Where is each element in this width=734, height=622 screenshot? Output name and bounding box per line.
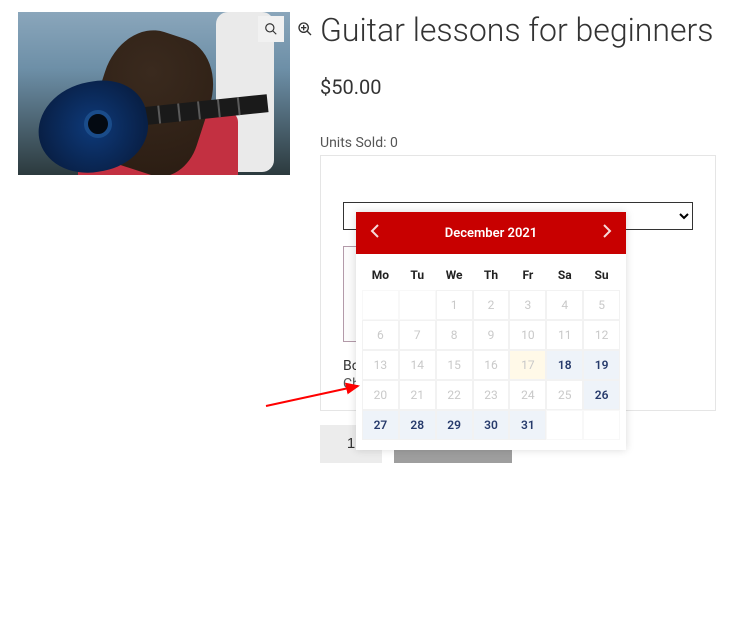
calendar-day: 9 <box>473 320 510 350</box>
calendar-prev-icon[interactable] <box>366 220 384 246</box>
calendar-day: 14 <box>399 350 436 380</box>
calendar-weekday: Su <box>583 260 620 290</box>
calendar-day: 4 <box>546 290 583 320</box>
calendar-day[interactable]: 18 <box>546 350 583 380</box>
product-price: $50.00 <box>320 75 716 99</box>
calendar-day: 25 <box>546 380 583 410</box>
calendar-weekday: Fr <box>509 260 546 290</box>
calendar-day[interactable]: 28 <box>399 410 436 440</box>
calendar-day: 16 <box>473 350 510 380</box>
calendar-day: 11 <box>546 320 583 350</box>
calendar-popup: December 2021 MoTuWeThFrSaSu 12345678910… <box>356 212 626 450</box>
zoom-icon[interactable] <box>258 16 284 42</box>
calendar-day: 24 <box>509 380 546 410</box>
calendar-day[interactable]: 30 <box>473 410 510 440</box>
calendar-day: 1 <box>436 290 473 320</box>
calendar-day <box>362 290 399 320</box>
magnify-icon[interactable] <box>294 18 316 40</box>
calendar-day: 7 <box>399 320 436 350</box>
calendar-weekday: Tu <box>399 260 436 290</box>
calendar-weekday: Th <box>473 260 510 290</box>
calendar-day: 10 <box>509 320 546 350</box>
calendar-day: 2 <box>473 290 510 320</box>
calendar-day[interactable]: 29 <box>436 410 473 440</box>
calendar-weekday: We <box>436 260 473 290</box>
calendar-day: 8 <box>436 320 473 350</box>
calendar-day: 3 <box>509 290 546 320</box>
calendar-day: 21 <box>399 380 436 410</box>
calendar-month-label: December 2021 <box>445 226 537 241</box>
calendar-day: 13 <box>362 350 399 380</box>
calendar-day <box>399 290 436 320</box>
calendar-day[interactable]: 27 <box>362 410 399 440</box>
calendar-next-icon[interactable] <box>598 220 616 246</box>
calendar-day[interactable]: 31 <box>509 410 546 440</box>
product-title: Guitar lessons for beginners <box>320 12 716 49</box>
calendar-day: 17 <box>509 350 546 380</box>
calendar-day: 15 <box>436 350 473 380</box>
product-image-column <box>18 12 290 463</box>
calendar-day: 23 <box>473 380 510 410</box>
calendar-day: 20 <box>362 380 399 410</box>
calendar-day: 6 <box>362 320 399 350</box>
units-sold: Units Sold: 0 <box>320 135 716 151</box>
calendar-weekday: Mo <box>362 260 399 290</box>
calendar-weekday: Sa <box>546 260 583 290</box>
calendar-day <box>583 410 620 440</box>
calendar-day: 12 <box>583 320 620 350</box>
product-image[interactable] <box>18 12 290 175</box>
calendar-day: 5 <box>583 290 620 320</box>
calendar-grid: MoTuWeThFrSaSu 1234567891011121314151617… <box>356 254 626 450</box>
calendar-day: 22 <box>436 380 473 410</box>
calendar-day[interactable]: 19 <box>583 350 620 380</box>
calendar-day[interactable]: 26 <box>583 380 620 410</box>
calendar-day <box>546 410 583 440</box>
